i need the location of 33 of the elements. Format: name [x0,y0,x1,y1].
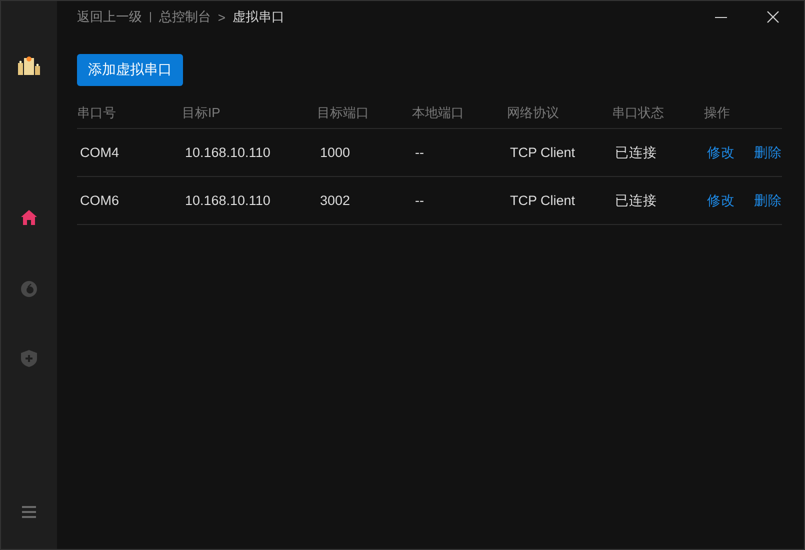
table-cell-text: TCP Client [509,145,576,160]
breadcrumb-item[interactable]: > [218,10,226,24]
home-icon[interactable] [21,210,37,225]
column-header: 串口号 [77,104,117,122]
breadcrumb-item[interactable]: 总控制台 [158,8,211,26]
column-header: 网络协议 [507,104,560,122]
column-header: 串口状态 [612,104,665,122]
table-cell-text: 1000 [319,145,352,160]
table-cell-text: COM4 [79,145,120,160]
table-cell-text: 已连接 [614,144,658,162]
table-cell-text: COM6 [79,193,120,208]
add-button[interactable]: 添加虚拟串口 [77,54,183,86]
action-link[interactable]: 删除 [754,144,782,162]
table-cell-text: 已连接 [614,192,658,210]
breadcrumb-separator: | [149,11,152,23]
table-cell-text: 3002 [319,193,352,208]
action-link[interactable]: 修改 [707,192,735,210]
menu-icon[interactable] [22,506,36,518]
castle-logo-icon [17,54,41,76]
table-cell-text: TCP Client [509,193,576,208]
column-header: 目标IP [182,104,222,122]
action-link[interactable]: 删除 [754,192,782,210]
close-icon[interactable] [767,11,779,23]
back-link[interactable]: 返回上一级 [77,8,142,26]
column-header: 本地端口 [412,104,465,122]
table-cell-text: 10.168.10.110 [184,145,272,160]
table-cell-text: -- [414,193,425,208]
table-cell-text: -- [414,145,425,160]
column-header: 操作 [704,104,731,122]
table-cell-text: 10.168.10.110 [184,193,272,208]
column-header: 目标端口 [317,104,370,122]
breadcrumb-current: 虚拟串口 [232,8,284,26]
action-link[interactable]: 修改 [707,144,735,162]
